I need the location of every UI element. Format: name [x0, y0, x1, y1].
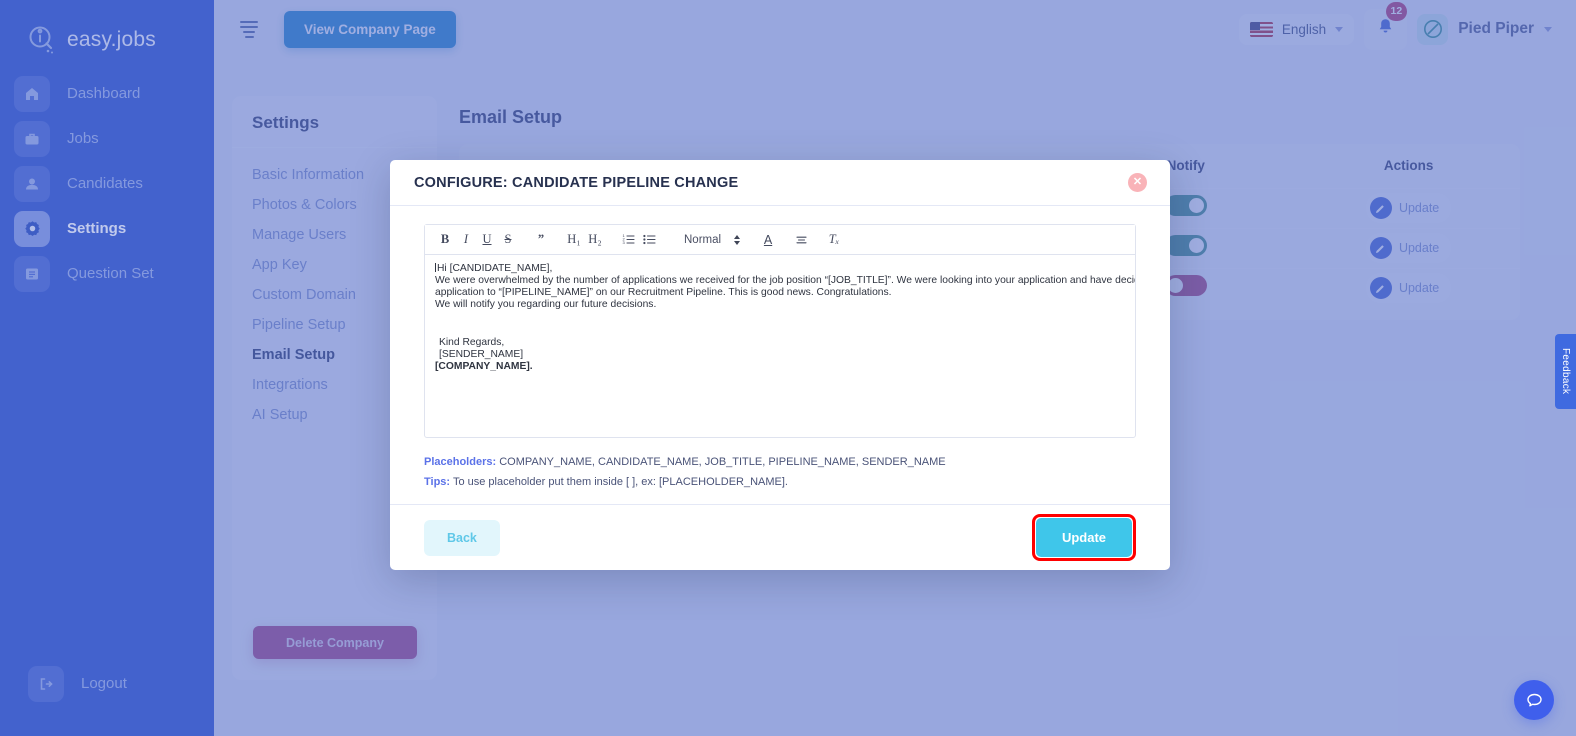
back-button[interactable]: Back: [424, 519, 500, 556]
close-icon[interactable]: ✕: [1128, 173, 1147, 192]
email-body-line: We will notify you regarding our future …: [435, 299, 657, 310]
chat-bubble-icon[interactable]: [1514, 680, 1554, 720]
email-body-line: Hi [CANDIDATE_NAME],: [435, 263, 553, 274]
text-color-button[interactable]: A: [758, 229, 778, 251]
heading-2-button[interactable]: H₂: [585, 229, 605, 251]
email-signature-line: [COMPANY_NAME].: [435, 361, 533, 372]
feedback-tab[interactable]: Feedback: [1555, 334, 1576, 409]
tips-label: Tips:: [424, 476, 451, 488]
email-signature-line: Kind Regards,: [439, 337, 505, 348]
ordered-list-icon[interactable]: 123: [618, 229, 638, 251]
chevron-updown-icon: [734, 234, 741, 245]
heading-1-button[interactable]: H₁: [564, 229, 584, 251]
update-button-highlight: Update: [1031, 514, 1136, 561]
bullet-list-icon[interactable]: [639, 229, 659, 251]
email-body-input[interactable]: Hi [CANDIDATE_NAME], We were overwhelmed…: [425, 255, 1135, 437]
update-button[interactable]: Update: [1035, 518, 1132, 557]
format-select-value: Normal: [684, 233, 722, 246]
modal-title: CONFIGURE: CANDIDATE PIPELINE CHANGE: [414, 174, 739, 191]
editor-toolbar: B I U S ” H₁ H₂ 123 Normal A Tₓ: [425, 225, 1135, 255]
feedback-label: Feedback: [1560, 348, 1571, 395]
italic-button[interactable]: I: [456, 229, 476, 251]
bold-button[interactable]: B: [435, 229, 455, 251]
blockquote-button[interactable]: ”: [531, 229, 551, 251]
modal-footer: Back Update: [390, 504, 1170, 570]
underline-button[interactable]: U: [477, 229, 497, 251]
modal-overlay-sidebar: [0, 0, 214, 736]
modal-header: CONFIGURE: CANDIDATE PIPELINE CHANGE ✕: [390, 160, 1170, 206]
align-icon[interactable]: [791, 229, 811, 251]
placeholders-value: COMPANY_NAME, CANDIDATE_NAME, JOB_TITLE,…: [499, 456, 946, 468]
app-root: easy.jobs Dashboard Jobs Candidates Sett…: [0, 0, 1576, 736]
configure-email-modal: CONFIGURE: CANDIDATE PIPELINE CHANGE ✕ B…: [390, 160, 1170, 570]
placeholders-label: Placeholders:: [424, 456, 497, 468]
email-body-line: We were overwhelmed by the number of app…: [435, 275, 1135, 286]
clear-format-button[interactable]: Tₓ: [824, 229, 844, 251]
text-caret: [435, 263, 436, 272]
rich-text-editor: B I U S ” H₁ H₂ 123 Normal A Tₓ Hi [CAND…: [424, 224, 1136, 438]
modal-body: B I U S ” H₁ H₂ 123 Normal A Tₓ Hi [CAND…: [390, 206, 1170, 504]
placeholders-hint: Placeholders: COMPANY_NAME, CANDIDATE_NA…: [424, 452, 1136, 472]
editor-hints: Placeholders: COMPANY_NAME, CANDIDATE_NA…: [424, 452, 1136, 492]
svg-text:3: 3: [622, 240, 625, 245]
format-select[interactable]: Normal: [684, 233, 741, 246]
email-signature-line: [SENDER_NAME]: [439, 349, 524, 360]
tips-hint: Tips: To use placeholder put them inside…: [424, 472, 1136, 492]
strikethrough-button[interactable]: S: [498, 229, 518, 251]
email-body-line: application to “[PIPELINE_NAME]” on our …: [435, 287, 892, 298]
tips-value: To use placeholder put them inside [ ], …: [452, 476, 788, 488]
